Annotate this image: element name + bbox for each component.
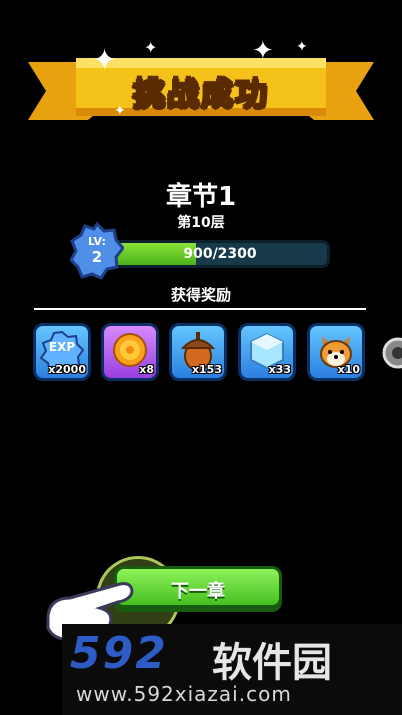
reward-count: x10 [337, 363, 360, 376]
floor-label: 第10层 [177, 215, 225, 231]
watermark: 592 软件园 www.592xiazai.com [62, 624, 402, 715]
watermark-logo: 592 [70, 628, 168, 679]
sparkle-icon: ✦ [252, 36, 274, 66]
exp-progress-bar: 900/2300 [110, 240, 330, 268]
level-value: 2 [91, 248, 103, 266]
divider [34, 308, 366, 310]
reward-item-coin[interactable]: x8 [101, 323, 159, 381]
gear-icon[interactable] [380, 335, 402, 371]
reward-item-dog[interactable]: x10 [307, 323, 365, 381]
sparkle-icon: ✦ [144, 38, 158, 57]
level-label: LV: [88, 235, 106, 248]
sparkle-icon: ✦ [296, 39, 308, 55]
reward-count: x33 [268, 363, 291, 376]
banner-title: 挑战成功 [132, 73, 269, 113]
watermark-url: www.592xiazai.com [76, 682, 292, 706]
chapter-title: 章节1 [165, 182, 237, 212]
rewards-title: 获得奖励 [170, 286, 231, 304]
exp-icon-text: EXP [48, 340, 76, 354]
reward-item-acorn[interactable]: x153 [169, 323, 227, 381]
success-banner: 挑战成功 [28, 58, 374, 120]
level-badge: LV: 2 [70, 222, 124, 280]
reward-count: x8 [139, 363, 154, 376]
reward-item-ice[interactable]: x33 [238, 323, 296, 381]
reward-count: x153 [191, 363, 222, 376]
exp-text: 900/2300 [183, 246, 257, 262]
watermark-name: 软件园 [212, 640, 332, 686]
reward-item-exp[interactable]: EXP x2000 [33, 323, 91, 381]
sparkle-icon: ✦ [114, 103, 126, 119]
reward-count: x2000 [48, 363, 86, 376]
sparkle-icon: ✦ [92, 43, 118, 78]
